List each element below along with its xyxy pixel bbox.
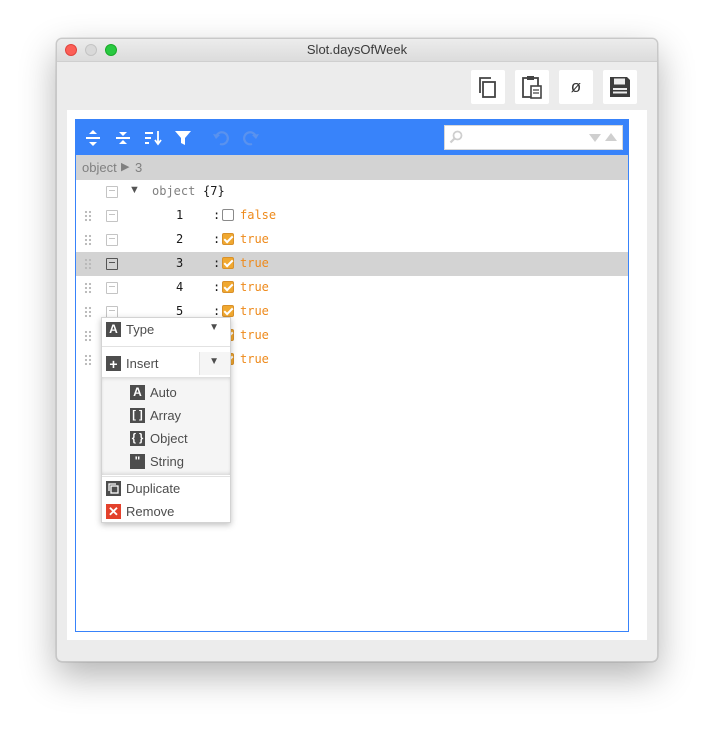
menu-item-insert[interactable]: + Insert ▼ [102, 352, 230, 375]
remove-icon: ✕ [106, 504, 121, 519]
auto-type-icon: A [106, 322, 121, 337]
search-next-icon[interactable] [588, 133, 602, 143]
search-input[interactable] [467, 129, 581, 147]
drag-handle[interactable] [84, 210, 92, 222]
set-null-button[interactable]: ø [559, 70, 593, 104]
editor-menubar [76, 120, 628, 155]
field-index: 1 [176, 208, 184, 222]
tree-row[interactable]: 4: true [76, 276, 628, 300]
boolean-checkbox[interactable] [222, 257, 234, 269]
collapse-icon[interactable]: ▼ [129, 184, 140, 196]
copy-icon [479, 77, 496, 98]
window-title: Slot.daysOfWeek [306, 42, 408, 57]
string-icon: " [130, 454, 145, 469]
submenu-label: Auto [150, 385, 177, 400]
context-menu-button[interactable] [106, 186, 118, 198]
boolean-checkbox[interactable] [222, 305, 234, 317]
boolean-checkbox[interactable] [222, 209, 234, 221]
field-index: 4 [176, 280, 184, 294]
submenu-label: Array [150, 408, 182, 423]
drag-handle[interactable] [84, 234, 92, 246]
drag-handle[interactable] [84, 282, 92, 294]
field-value[interactable]: true [240, 232, 269, 246]
boolean-checkbox[interactable] [222, 233, 234, 245]
remove-label: Remove [126, 504, 175, 519]
chevron-down-icon: ▼ [209, 356, 219, 367]
copy-button[interactable] [471, 70, 505, 104]
search-previous-icon[interactable] [604, 132, 618, 142]
insert-label: Insert [126, 356, 159, 371]
context-menu-button[interactable] [106, 282, 118, 294]
context-menu: A Type ▼ + Insert ▼ A Auto [ ] Array {}… [101, 317, 231, 523]
field-separator: : [213, 208, 221, 222]
context-menu-button[interactable] [106, 234, 118, 246]
duplicate-label: Duplicate [126, 481, 181, 496]
menu-item-duplicate[interactable]: Duplicate [102, 477, 230, 500]
root-item-count: {7} [203, 184, 225, 198]
field-value[interactable]: true [240, 280, 269, 294]
editor-panel: object ▶ 3 ▼ object {7} 1: false 2: true 3: t… [67, 110, 647, 640]
type-label: Type [126, 322, 155, 337]
field-separator: : [213, 304, 221, 318]
sort-icon[interactable] [144, 129, 162, 147]
field-value[interactable]: true [240, 352, 269, 366]
drag-handle[interactable] [84, 258, 92, 270]
field-index: 2 [176, 232, 184, 246]
boolean-checkbox[interactable] [222, 281, 234, 293]
app-window: Slot.daysOfWeek ø object ▶ 3 ▼ object {7… [56, 38, 658, 662]
collapse-all-icon[interactable] [114, 129, 132, 147]
submenu-label: Object [150, 431, 188, 446]
plus-icon: + [106, 356, 121, 371]
field-index: 5 [176, 304, 184, 318]
submenu-item-string[interactable]: " String [102, 450, 230, 473]
submenu-item-auto[interactable]: A Auto [102, 381, 230, 404]
duplicate-icon [106, 481, 121, 496]
paste-button[interactable] [515, 70, 549, 104]
auto-type-icon: A [130, 385, 145, 400]
search-icon [449, 130, 463, 144]
field-value[interactable]: true [240, 256, 269, 270]
field-index: 3 [176, 256, 184, 270]
clipboard-icon [522, 76, 542, 99]
submenu-item-array[interactable]: [ ] Array [102, 404, 230, 427]
array-icon: [ ] [130, 408, 145, 423]
breadcrumb-current[interactable]: 3 [135, 160, 142, 175]
root-field-name[interactable]: object [152, 184, 195, 198]
tree-row[interactable]: 1: false [76, 204, 628, 228]
field-separator: : [213, 280, 221, 294]
breadcrumb-root[interactable]: object [82, 160, 117, 175]
null-symbol: ø [570, 77, 582, 96]
title-bar: Slot.daysOfWeek [57, 39, 657, 62]
context-menu-button[interactable] [106, 258, 118, 270]
drag-handle[interactable] [84, 354, 92, 366]
drag-handle[interactable] [84, 306, 92, 318]
context-menu-button[interactable] [106, 210, 118, 222]
chevron-down-icon: ▼ [209, 322, 219, 333]
field-separator: : [213, 256, 221, 270]
field-value[interactable]: true [240, 304, 269, 318]
menu-item-remove[interactable]: ✕ Remove [102, 500, 230, 523]
undo-icon[interactable] [212, 129, 230, 147]
filter-icon[interactable] [174, 129, 192, 147]
tree-row[interactable]: 2: true [76, 228, 628, 252]
submenu-label: String [150, 454, 184, 469]
breadcrumb: object ▶ 3 [76, 155, 628, 180]
insert-submenu: A Auto [ ] Array { } Object " String [102, 377, 230, 475]
field-value[interactable]: false [240, 208, 276, 222]
save-button[interactable] [603, 70, 637, 104]
object-icon: { } [130, 431, 145, 446]
tree-row[interactable]: 3: true [76, 252, 628, 276]
field-value[interactable]: true [240, 328, 269, 342]
drag-handle[interactable] [84, 330, 92, 342]
tree-root-row: ▼ object {7} [76, 180, 628, 204]
menu-separator [102, 346, 230, 347]
redo-icon[interactable] [242, 129, 260, 147]
save-icon [610, 77, 630, 97]
search-box[interactable] [444, 125, 623, 150]
submenu-item-object[interactable]: { } Object [102, 427, 230, 450]
menu-item-type[interactable]: A Type ▼ [102, 318, 230, 341]
field-separator: : [213, 232, 221, 246]
breadcrumb-separator[interactable]: ▶ [121, 160, 129, 173]
expand-all-icon[interactable] [84, 129, 102, 147]
